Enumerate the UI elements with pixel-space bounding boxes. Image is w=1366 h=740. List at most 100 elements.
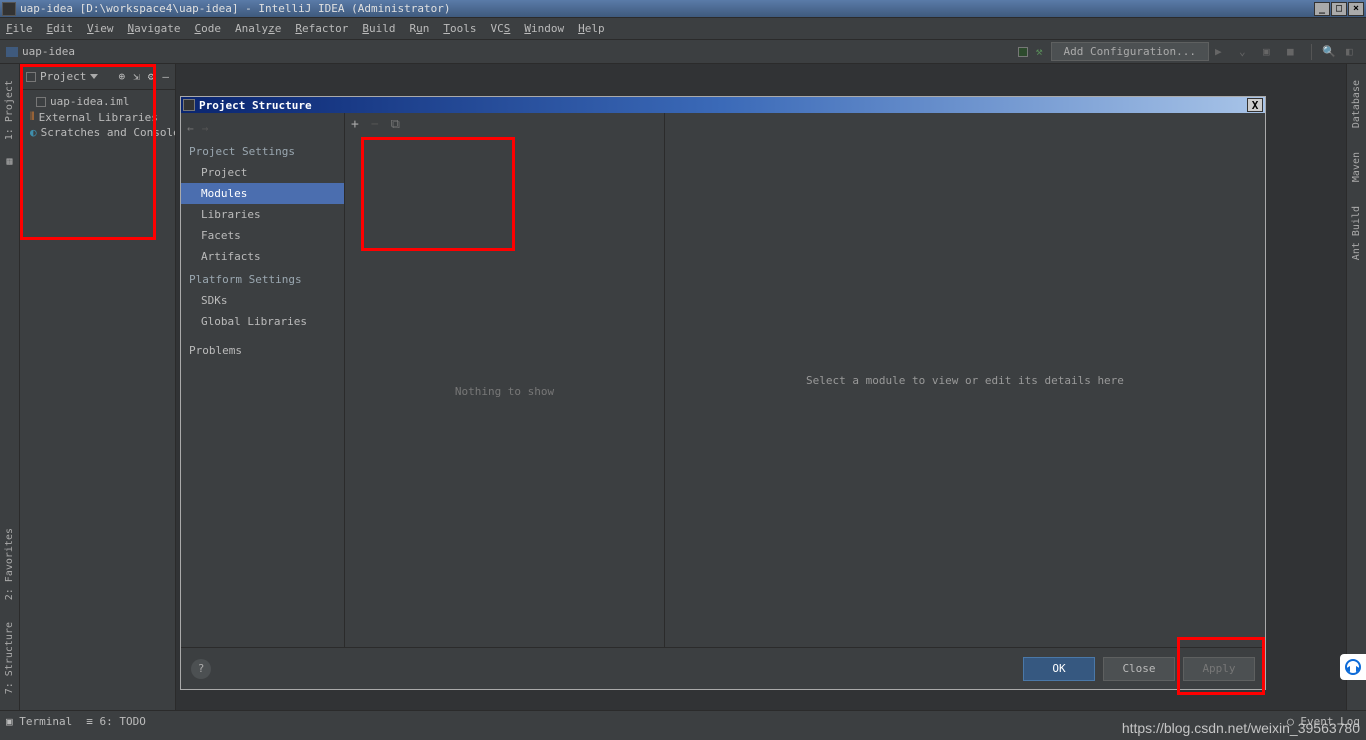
dialog-details-panel: Select a module to view or edit its deta… [665, 113, 1265, 647]
menu-navigate[interactable]: Navigate [128, 22, 181, 35]
section-project-settings: Project Settings [181, 139, 344, 162]
project-structure-dialog: Project Structure X ← → Project Settings… [180, 96, 1266, 690]
maximize-button[interactable]: □ [1331, 2, 1347, 16]
tab-antbuild[interactable]: Ant Build [1349, 200, 1364, 266]
modules-toolbar: + − ⧉ [345, 113, 664, 135]
dialog-button-bar: OK Close Apply [1023, 657, 1255, 681]
scratches-icon: ◐ [30, 126, 37, 139]
filter-icon[interactable]: ◧ [1346, 45, 1360, 59]
menu-view[interactable]: View [87, 22, 114, 35]
tree-item-iml[interactable]: uap-idea.iml [20, 94, 175, 109]
menu-tools[interactable]: Tools [443, 22, 476, 35]
app-icon [2, 2, 16, 16]
menu-build[interactable]: Build [362, 22, 395, 35]
run-configuration-selector[interactable]: Add Configuration... [1051, 42, 1209, 61]
coverage-icon[interactable]: ▣ [1263, 45, 1277, 59]
dialog-modules-panel: + − ⧉ Nothing to show [345, 113, 665, 647]
terminal-label: Terminal [19, 715, 72, 728]
run-config-placeholder: Add Configuration... [1064, 45, 1196, 58]
project-tool-window: Project ⊕ ⇲ ⚙ — uap-idea.iml ⫴ External … [20, 64, 176, 710]
apply-button[interactable]: Apply [1183, 657, 1255, 681]
add-icon[interactable]: + [351, 117, 359, 132]
tree-item-external-libs[interactable]: ⫴ External Libraries [20, 109, 175, 125]
highlight-box-modules [361, 137, 515, 251]
dialog-sidebar: ← → Project Settings Project Modules Lib… [181, 113, 345, 647]
breadcrumb-root: uap-idea [22, 45, 75, 58]
menu-analyze[interactable]: Analyze [235, 22, 281, 35]
close-button[interactable]: × [1348, 2, 1364, 16]
dialog-footer: ? OK Close Apply [181, 647, 1265, 689]
tab-database[interactable]: Database [1349, 74, 1364, 134]
sidebar-item-problems[interactable]: Problems [181, 340, 344, 361]
search-icon[interactable]: 🔍 [1322, 45, 1336, 59]
folder-icon[interactable]: ▦ [2, 150, 17, 173]
dialog-title: Project Structure [199, 99, 1247, 112]
window-controls: _ □ × [1314, 2, 1364, 16]
menu-code[interactable]: Code [194, 22, 221, 35]
right-tool-sidebar: Database Maven Ant Build [1346, 64, 1366, 710]
back-icon[interactable]: ← [187, 122, 194, 135]
tab-structure[interactable]: 7: Structure [2, 616, 17, 700]
todo-label: 6: TODO [99, 715, 145, 728]
menu-vcs[interactable]: VCS [490, 22, 510, 35]
hide-icon[interactable]: — [162, 70, 169, 83]
close-button[interactable]: Close [1103, 657, 1175, 681]
gear-icon[interactable]: ⚙ [148, 70, 155, 83]
window-titlebar: uap-idea [D:\workspace4\uap-idea] - Inte… [0, 0, 1366, 18]
left-tool-sidebar: 1: Project ▦ 2: Favorites 7: Structure [0, 64, 20, 710]
sidebar-item-facets[interactable]: Facets [181, 225, 344, 246]
ok-button[interactable]: OK [1023, 657, 1095, 681]
teamviewer-icon[interactable] [1340, 654, 1366, 680]
debug-icon[interactable]: ⌄ [1239, 45, 1253, 59]
folder-icon [6, 47, 18, 57]
dialog-body: ← → Project Settings Project Modules Lib… [181, 113, 1265, 647]
todo-tab[interactable]: ≡ 6: TODO [86, 715, 146, 728]
sidebar-item-sdks[interactable]: SDKs [181, 290, 344, 311]
minimize-button[interactable]: _ [1314, 2, 1330, 16]
sidebar-item-global-libraries[interactable]: Global Libraries [181, 311, 344, 332]
menu-help[interactable]: Help [578, 22, 605, 35]
run-toolbar: ▶ ⌄ ▣ ■ 🔍 ◧ [1215, 44, 1360, 60]
chevron-down-icon[interactable] [90, 74, 98, 79]
empty-modules-text: Nothing to show [455, 385, 554, 398]
run-icon[interactable]: ▶ [1215, 45, 1229, 59]
tree-item-label: Scratches and Consoles [41, 126, 175, 139]
menu-file[interactable]: File [6, 22, 33, 35]
build-icon[interactable] [1018, 47, 1028, 57]
dialog-close-button[interactable]: X [1247, 98, 1263, 112]
project-tree[interactable]: uap-idea.iml ⫴ External Libraries ◐ Scra… [20, 90, 175, 144]
breadcrumb[interactable]: uap-idea [6, 45, 1018, 58]
forward-icon[interactable]: → [202, 122, 209, 135]
menu-edit[interactable]: Edit [47, 22, 74, 35]
file-icon [36, 97, 46, 107]
target-icon[interactable]: ⊕ [119, 70, 126, 83]
sidebar-item-artifacts[interactable]: Artifacts [181, 246, 344, 267]
watermark: https://blog.csdn.net/weixin_39563780 [1122, 720, 1360, 736]
menu-refactor[interactable]: Refactor [295, 22, 348, 35]
tab-maven[interactable]: Maven [1349, 146, 1364, 188]
dialog-nav-bar: ← → [181, 117, 344, 139]
modules-list: Nothing to show [345, 135, 664, 647]
copy-icon[interactable]: ⧉ [391, 117, 400, 132]
details-empty-text: Select a module to view or edit its deta… [806, 374, 1124, 387]
menubar: File Edit View Navigate Code Analyze Ref… [0, 18, 1366, 40]
tab-project[interactable]: 1: Project [2, 74, 17, 146]
tab-favorites[interactable]: 2: Favorites [2, 522, 17, 606]
remove-icon[interactable]: − [371, 117, 379, 132]
help-icon[interactable]: ? [191, 659, 211, 679]
expand-icon[interactable]: ⇲ [133, 70, 140, 83]
menu-run[interactable]: Run [409, 22, 429, 35]
stop-icon[interactable]: ■ [1287, 45, 1301, 59]
tree-item-label: uap-idea.iml [50, 95, 129, 108]
dialog-titlebar[interactable]: Project Structure X [181, 97, 1265, 113]
sidebar-item-libraries[interactable]: Libraries [181, 204, 344, 225]
separator [1311, 44, 1312, 60]
hammer-icon[interactable]: ⚒ [1036, 45, 1043, 58]
menu-window[interactable]: Window [524, 22, 564, 35]
project-pane-title[interactable]: Project [40, 70, 86, 83]
tree-item-scratches[interactable]: ◐ Scratches and Consoles [20, 125, 175, 140]
sidebar-item-modules[interactable]: Modules [181, 183, 344, 204]
sidebar-item-project[interactable]: Project [181, 162, 344, 183]
section-platform-settings: Platform Settings [181, 267, 344, 290]
terminal-tab[interactable]: ▣ Terminal [6, 715, 72, 728]
